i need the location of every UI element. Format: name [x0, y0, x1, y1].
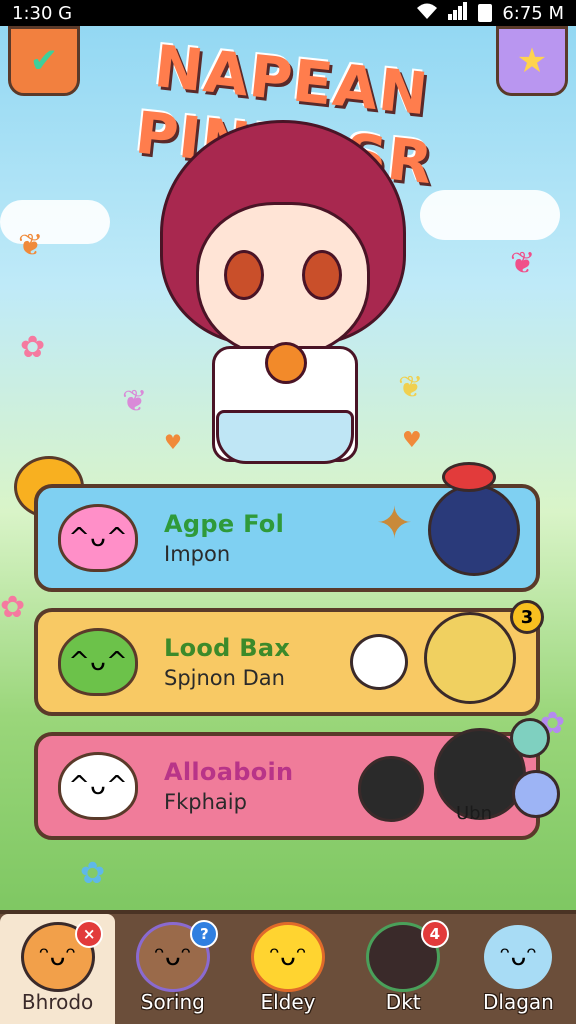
- hero-eye-left: [224, 250, 264, 300]
- flower-icon: ✿: [20, 330, 46, 365]
- pink-cat-icon: ^ᴗ^: [58, 504, 138, 572]
- card-tag: Ubn: [455, 803, 492, 824]
- status-clock: 6:75: [502, 2, 543, 24]
- nav-item-dkt[interactable]: 4 Dkt: [346, 914, 461, 1024]
- battery-icon: [478, 4, 493, 22]
- help-badge-icon[interactable]: ?: [190, 920, 219, 948]
- close-badge-icon[interactable]: ×: [75, 920, 104, 948]
- hero-badge: [265, 342, 307, 384]
- white-cat-icon: ^ᴗ^: [58, 752, 138, 820]
- nav-label: Dkt: [385, 990, 421, 1014]
- status-carrier: G: [58, 2, 73, 24]
- nav-label: Bhrodo: [21, 990, 94, 1014]
- notification-badge[interactable]: 3: [510, 600, 544, 634]
- flower-icon: ✿: [0, 590, 26, 625]
- count-badge-icon[interactable]: 4: [420, 920, 449, 948]
- nav-item-soring[interactable]: ᵔᴗᵔ ? Soring: [115, 914, 230, 1024]
- heart-icon: ♥: [402, 428, 422, 453]
- green-cat-icon: ^ᴗ^: [58, 628, 138, 696]
- activity-card[interactable]: ^ᴗ^ Alloaboin Fkphaip Ubn: [34, 718, 560, 840]
- nav-item-eldey[interactable]: ᵔᴗᵔ Eldey: [230, 914, 345, 1024]
- character-portrait: [424, 612, 516, 704]
- hero-eye-right: [302, 250, 342, 300]
- hero-face: [196, 202, 370, 358]
- character-portrait: [428, 484, 520, 576]
- cat-ear-character: [358, 756, 424, 822]
- cloud-decoration: [0, 200, 110, 244]
- face-badge-icon[interactable]: [510, 718, 550, 758]
- ghost-icon: [350, 634, 408, 690]
- carrot-icon: ✦: [376, 498, 413, 549]
- nav-item-bhrodo[interactable]: ᵔᴗᵔ × Bhrodo: [0, 914, 116, 1024]
- bow-icon: ❦: [510, 246, 536, 281]
- signal-icon: [448, 1, 468, 25]
- butterfly-icon: ❦: [122, 384, 148, 419]
- nav-label: Dlagan: [482, 990, 554, 1014]
- activity-card[interactable]: ^ᴗ^ Lood Bax Spjnon Dan 3: [34, 600, 544, 716]
- hero-character[interactable]: [140, 110, 420, 480]
- hero-skirt: [216, 410, 354, 464]
- wifi-icon: [416, 2, 438, 25]
- status-clock-suffix: M: [548, 2, 564, 24]
- blue-cat-icon: ᵔᴗᵔ: [481, 922, 556, 992]
- bottom-nav: ᵔᴗᵔ × Bhrodo ᵔᴗᵔ ? Soring ᵔᴗᵔ Eldey 4 Dk…: [0, 910, 576, 1024]
- nav-label: Eldey: [260, 990, 316, 1014]
- status-right: 6:75 M: [416, 1, 564, 25]
- butterfly-icon: ❦: [18, 228, 44, 263]
- activity-card[interactable]: ^ᴗ^ Agpe Fol Impon ✦: [34, 462, 540, 592]
- flower-badge-icon[interactable]: [512, 770, 560, 818]
- status-bar: 1:30 G 6:75 M: [0, 0, 576, 26]
- yellow-blob-icon: ᵔᴗᵔ: [251, 922, 325, 992]
- nav-label: Soring: [140, 990, 205, 1014]
- red-bow-icon: [442, 462, 496, 492]
- flower-icon: ✿: [80, 856, 106, 891]
- heart-icon: ♥: [164, 430, 182, 454]
- nav-item-dlagan[interactable]: ᵔᴗᵔ Dlagan: [461, 914, 576, 1024]
- butterfly-icon: ❦: [398, 370, 424, 405]
